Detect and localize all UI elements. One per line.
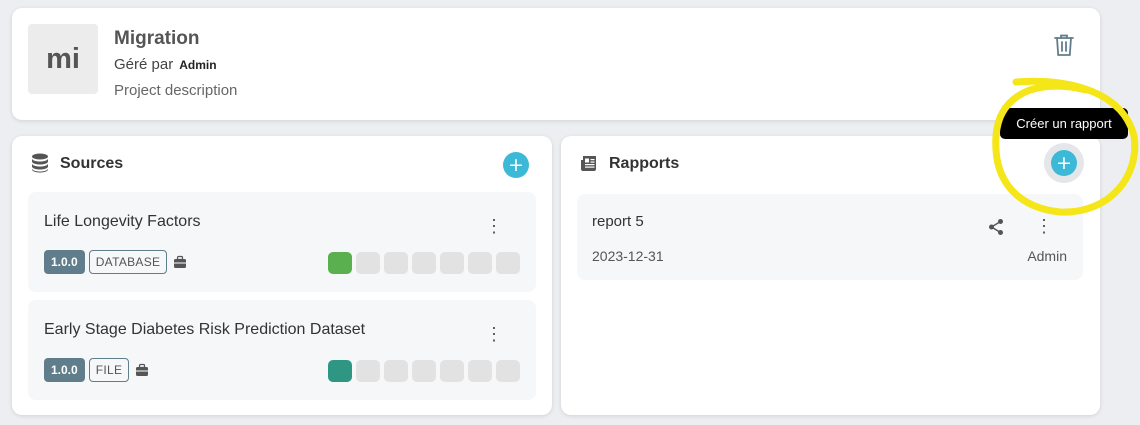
report-item[interactable]: report 5 ⋮ 2023-12-31 Admin: [577, 194, 1083, 280]
database-icon: [32, 153, 48, 173]
briefcase-icon: [174, 255, 187, 268]
status-block: [412, 360, 436, 382]
reports-title: Rapports: [609, 155, 680, 172]
managed-by-label: Géré par: [114, 56, 174, 73]
status-block: [412, 252, 436, 274]
status-block: [356, 252, 380, 274]
sources-panel: Sources + Life Longevity Factors ⋮ 1.0.0…: [12, 136, 552, 415]
version-badge: 1.0.0: [44, 250, 85, 274]
status-block: [468, 360, 492, 382]
trash-icon[interactable]: [1052, 32, 1076, 58]
type-badge: DATABASE: [88, 250, 168, 274]
newspaper-icon: [581, 156, 596, 171]
source-name: Early Stage Diabetes Risk Prediction Dat…: [44, 321, 366, 338]
sources-title: Sources: [60, 155, 124, 172]
project-description: Project description: [114, 82, 238, 99]
status-block: [496, 252, 520, 274]
report-user: Admin: [1027, 248, 1067, 264]
create-report-tooltip: Créer un rapport: [1000, 108, 1128, 139]
status-block: [328, 252, 352, 274]
type-badge: FILE: [88, 358, 130, 382]
project-title: Migration: [114, 28, 200, 49]
project-header-card: mi Migration Géré par Admin Project descr…: [12, 8, 1100, 120]
report-date: 2023-12-31: [592, 248, 664, 264]
source-menu-button[interactable]: ⋮: [484, 324, 504, 344]
briefcase-icon: [136, 363, 149, 376]
version-badge: 1.0.0: [44, 358, 85, 382]
status-block: [356, 360, 380, 382]
share-icon[interactable]: [987, 218, 1005, 236]
status-block: [384, 360, 408, 382]
add-source-button[interactable]: +: [503, 152, 529, 178]
source-badges: 1.0.0 DATABASE: [44, 250, 187, 274]
reports-panel: Rapports + report 5 ⋮ 2023-12-31 Admin: [561, 136, 1100, 415]
project-manager: Géré par Admin: [114, 56, 217, 73]
source-item[interactable]: Early Stage Diabetes Risk Prediction Dat…: [28, 300, 536, 400]
source-name: Life Longevity Factors: [44, 213, 201, 230]
status-block: [440, 252, 464, 274]
status-block: [384, 252, 408, 274]
project-avatar: mi: [28, 24, 98, 94]
source-item[interactable]: Life Longevity Factors ⋮ 1.0.0 DATABASE: [28, 192, 536, 292]
add-report-button[interactable]: +: [1051, 150, 1077, 176]
status-block: [328, 360, 352, 382]
status-block: [440, 360, 464, 382]
status-block: [496, 360, 520, 382]
report-name: report 5: [592, 213, 644, 230]
status-block: [468, 252, 492, 274]
status-blocks: [328, 252, 520, 274]
report-menu-button[interactable]: ⋮: [1034, 216, 1054, 236]
source-menu-button[interactable]: ⋮: [484, 216, 504, 236]
status-blocks: [328, 360, 520, 382]
source-badges: 1.0.0 FILE: [44, 358, 149, 382]
managed-by-user: Admin: [179, 58, 217, 72]
